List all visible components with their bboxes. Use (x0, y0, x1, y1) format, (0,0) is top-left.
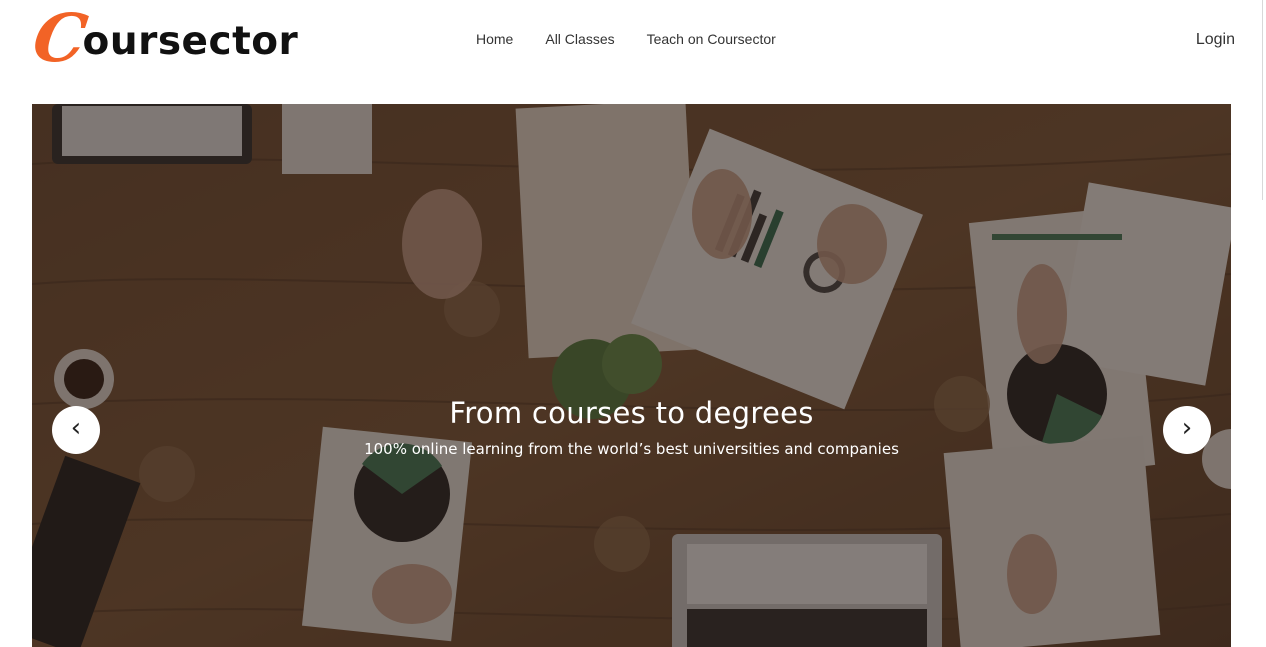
carousel-prev-button[interactable]: ‹ (52, 406, 100, 454)
nav-link-all-classes[interactable]: All Classes (545, 31, 614, 47)
logo-text: oursector (82, 19, 299, 64)
hero-carousel: From courses to degrees 100% online lear… (32, 104, 1231, 647)
chevron-left-icon: ‹ (70, 413, 82, 443)
login-link[interactable]: Login (1196, 31, 1235, 49)
hero-dark-overlay (32, 104, 1231, 647)
nav-link-teach[interactable]: Teach on Coursector (647, 31, 776, 47)
carousel-next-button[interactable]: › (1163, 406, 1211, 454)
site-logo[interactable]: C oursector (29, 0, 299, 77)
main-nav: Home All Classes Teach on Coursector (476, 31, 776, 47)
nav-link-home[interactable]: Home (476, 31, 513, 47)
hero-subtitle: 100% online learning from the world’s be… (364, 440, 899, 458)
logo-initial: C (28, 0, 93, 77)
page: C oursector Home All Classes Teach on Co… (0, 0, 1266, 647)
hero-caption: From courses to degrees 100% online lear… (32, 396, 1231, 458)
hero-title: From courses to degrees (449, 396, 814, 430)
site-header: C oursector Home All Classes Teach on Co… (0, 0, 1266, 100)
chevron-right-icon: › (1181, 413, 1193, 443)
